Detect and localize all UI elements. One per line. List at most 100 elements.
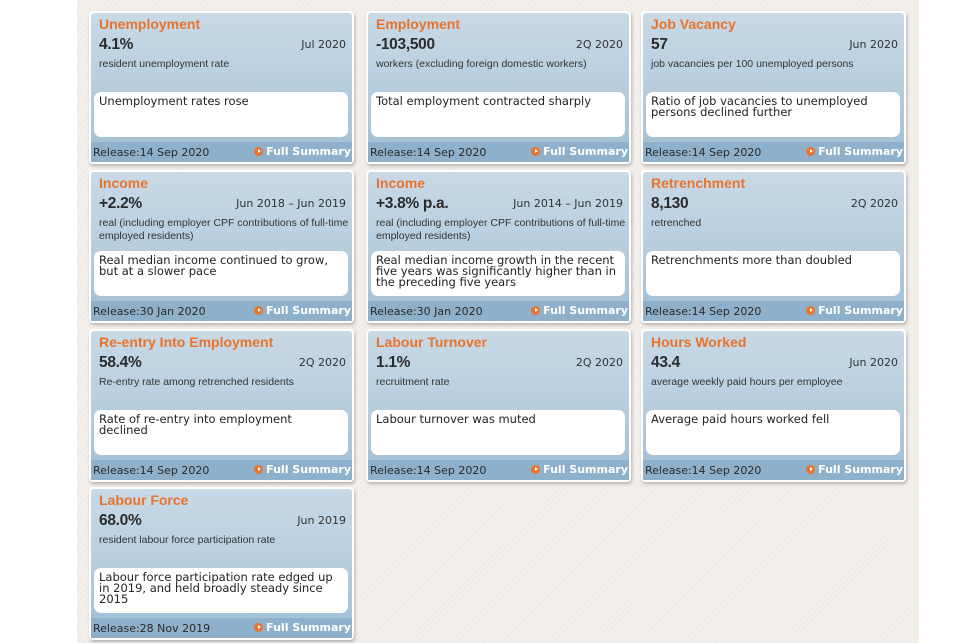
card-value: 8,130: [651, 195, 689, 212]
card-summary: Labour force participation rate edged up…: [94, 568, 348, 613]
release-date: Release:14 Sep 2020: [93, 146, 210, 159]
play-circle-icon: [806, 147, 816, 156]
card-body: Income +2.2% Jun 2018 – Jun 2019 real (i…: [91, 172, 352, 321]
card-value: 58.4%: [99, 354, 142, 371]
card-period: 2Q 2020: [850, 197, 898, 210]
card-footer: Release:14 Sep 2020 Full Summary: [643, 460, 904, 480]
card-title[interactable]: Hours Worked: [651, 334, 746, 350]
indicator-card-hours-worked: Hours Worked 43.4 Jun 2020 average weekl…: [641, 329, 906, 482]
full-summary-link[interactable]: Full Summary: [254, 463, 351, 476]
play-circle-icon: [254, 147, 264, 156]
play-circle-icon: [254, 623, 264, 632]
card-period: 2Q 2020: [575, 38, 623, 51]
full-summary-link[interactable]: Full Summary: [531, 304, 628, 317]
card-value: +3.8% p.a.: [376, 195, 449, 212]
card-description: average weekly paid hours per employee: [651, 376, 843, 388]
full-summary-label: Full Summary: [266, 463, 351, 476]
card-summary: Retrenchments more than doubled: [646, 251, 900, 296]
release-date: Release:14 Sep 2020: [645, 146, 762, 159]
card-body: Labour Force 68.0% Jun 2019 resident lab…: [91, 489, 352, 638]
card-description: Re-entry rate among retrenched residents: [99, 376, 294, 388]
full-summary-link[interactable]: Full Summary: [531, 145, 628, 158]
full-summary-label: Full Summary: [818, 304, 903, 317]
card-description: job vacancies per 100 unemployed persons: [651, 58, 854, 70]
card-footer: Release:30 Jan 2020 Full Summary: [368, 301, 629, 321]
card-body: Labour Turnover 1.1% 2Q 2020 recruitment…: [368, 331, 629, 480]
card-summary: Real median income growth in the recent …: [371, 251, 625, 296]
card-title[interactable]: Income: [376, 175, 425, 191]
content-panel: Unemployment 4.1% Jul 2020 resident unem…: [77, 0, 919, 643]
card-period: Jun 2020: [849, 356, 898, 369]
indicator-card-labour-turnover: Labour Turnover 1.1% 2Q 2020 recruitment…: [366, 329, 631, 482]
card-title[interactable]: Unemployment: [99, 16, 200, 32]
card-footer: Release:14 Sep 2020 Full Summary: [643, 301, 904, 321]
full-summary-label: Full Summary: [818, 145, 903, 158]
full-summary-label: Full Summary: [543, 304, 628, 317]
card-title[interactable]: Job Vacancy: [651, 16, 736, 32]
card-body: Unemployment 4.1% Jul 2020 resident unem…: [91, 13, 352, 162]
card-title[interactable]: Income: [99, 175, 148, 191]
card-period: Jun 2018 – Jun 2019: [236, 197, 346, 210]
card-description: retrenched: [651, 217, 702, 229]
card-value: 68.0%: [99, 512, 142, 529]
card-summary: Average paid hours worked fell: [646, 410, 900, 455]
card-footer: Release:30 Jan 2020 Full Summary: [91, 301, 352, 321]
card-description: workers (excluding foreign domestic work…: [376, 58, 587, 70]
card-value: -103,500: [376, 36, 435, 53]
indicator-card-unemployment: Unemployment 4.1% Jul 2020 resident unem…: [89, 11, 354, 164]
full-summary-link[interactable]: Full Summary: [531, 463, 628, 476]
full-summary-link[interactable]: Full Summary: [806, 145, 903, 158]
card-footer: Release:14 Sep 2020 Full Summary: [91, 142, 352, 162]
release-date: Release:14 Sep 2020: [645, 464, 762, 477]
card-value: 4.1%: [99, 36, 134, 53]
card-footer: Release:14 Sep 2020 Full Summary: [643, 142, 904, 162]
full-summary-link[interactable]: Full Summary: [254, 145, 351, 158]
play-circle-icon: [531, 306, 541, 315]
card-title[interactable]: Labour Turnover: [376, 334, 487, 350]
release-date: Release:14 Sep 2020: [645, 305, 762, 318]
card-summary: Labour turnover was muted: [371, 410, 625, 455]
full-summary-label: Full Summary: [818, 463, 903, 476]
indicator-card-income-annual: Income +2.2% Jun 2018 – Jun 2019 real (i…: [89, 170, 354, 323]
card-description: real (including employer CPF contributio…: [376, 217, 626, 242]
card-title[interactable]: Labour Force: [99, 492, 188, 508]
indicator-card-job-vacancy: Job Vacancy 57 Jun 2020 job vacancies pe…: [641, 11, 906, 164]
card-title[interactable]: Retrenchment: [651, 175, 745, 191]
card-period: Jun 2019: [297, 514, 346, 527]
card-period: Jul 2020: [301, 38, 346, 51]
play-circle-icon: [806, 306, 816, 315]
full-summary-link[interactable]: Full Summary: [254, 304, 351, 317]
card-value: +2.2%: [99, 195, 142, 212]
full-summary-label: Full Summary: [266, 304, 351, 317]
card-body: Employment -103,500 2Q 2020 workers (exc…: [368, 13, 629, 162]
card-description: resident labour force participation rate: [99, 534, 276, 546]
indicator-card-retrenchment: Retrenchment 8,130 2Q 2020 retrenched Re…: [641, 170, 906, 323]
full-summary-label: Full Summary: [266, 621, 351, 634]
card-period: Jun 2020: [849, 38, 898, 51]
card-summary: Ratio of job vacancies to unemployed per…: [646, 92, 900, 137]
play-circle-icon: [531, 147, 541, 156]
card-summary: Rate of re-entry into employment decline…: [94, 410, 348, 455]
card-body: Hours Worked 43.4 Jun 2020 average weekl…: [643, 331, 904, 480]
card-body: Retrenchment 8,130 2Q 2020 retrenched Re…: [643, 172, 904, 321]
play-circle-icon: [806, 465, 816, 474]
full-summary-link[interactable]: Full Summary: [806, 463, 903, 476]
full-summary-link[interactable]: Full Summary: [254, 621, 351, 634]
card-summary: Unemployment rates rose: [94, 92, 348, 137]
full-summary-link[interactable]: Full Summary: [806, 304, 903, 317]
release-date: Release:14 Sep 2020: [370, 146, 487, 159]
indicator-card-re-entry: Re-entry Into Employment 58.4% 2Q 2020 R…: [89, 329, 354, 482]
card-summary: Real median income continued to grow, bu…: [94, 251, 348, 296]
card-value: 1.1%: [376, 354, 411, 371]
card-body: Re-entry Into Employment 58.4% 2Q 2020 R…: [91, 331, 352, 480]
indicator-card-labour-force: Labour Force 68.0% Jun 2019 resident lab…: [89, 487, 354, 640]
card-title[interactable]: Employment: [376, 16, 460, 32]
release-date: Release:14 Sep 2020: [370, 464, 487, 477]
card-title[interactable]: Re-entry Into Employment: [99, 334, 273, 350]
release-date: Release:28 Nov 2019: [93, 622, 211, 635]
card-footer: Release:14 Sep 2020 Full Summary: [368, 460, 629, 480]
full-summary-label: Full Summary: [543, 463, 628, 476]
card-description: resident unemployment rate: [99, 58, 230, 70]
release-date: Release:30 Jan 2020: [93, 305, 206, 318]
card-description: recruitment rate: [376, 376, 450, 388]
